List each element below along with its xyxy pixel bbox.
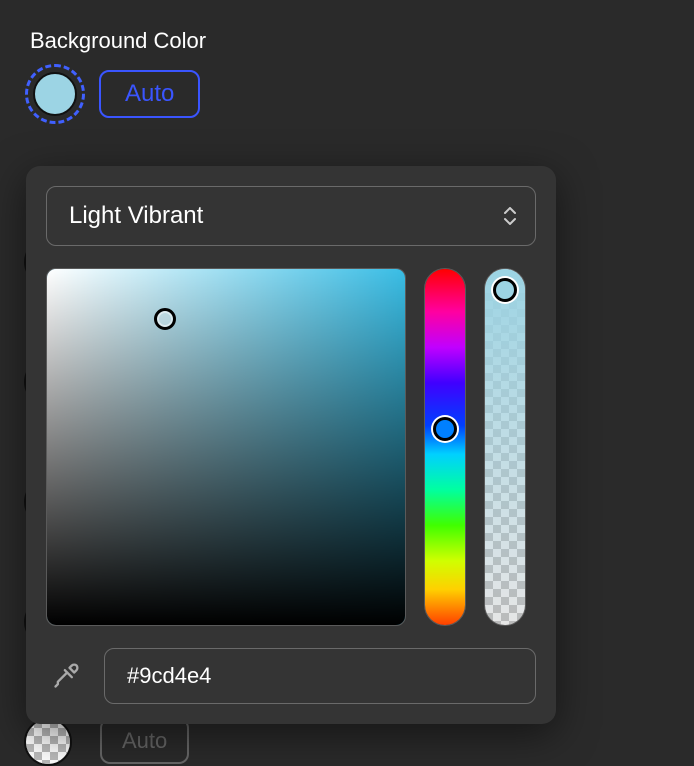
color-picker-popover: Light Vibrant [26, 166, 556, 724]
hex-input[interactable] [104, 648, 536, 704]
swatch-row: Auto [25, 64, 694, 124]
alpha-slider[interactable] [484, 268, 526, 626]
ghost-auto-button: Auto [100, 718, 189, 764]
ghost-swatch-transparent [24, 718, 72, 766]
color-swatch-selected[interactable] [25, 64, 85, 124]
section-title: Background Color [30, 28, 694, 54]
hue-cursor[interactable] [433, 417, 457, 441]
auto-button[interactable]: Auto [99, 70, 200, 118]
sv-black-layer [47, 269, 405, 625]
eyedropper-icon [52, 662, 80, 690]
hue-gradient [425, 269, 465, 625]
alpha-gradient [485, 269, 525, 625]
chevron-updown-icon [503, 207, 517, 225]
saturation-value-plane[interactable] [46, 268, 406, 626]
swatch-fill [33, 72, 77, 116]
eyedropper-button[interactable] [46, 656, 86, 696]
preset-select[interactable]: Light Vibrant [46, 186, 536, 246]
sv-cursor[interactable] [154, 308, 176, 330]
preset-selected-label: Light Vibrant [69, 202, 203, 230]
hue-slider[interactable] [424, 268, 466, 626]
alpha-cursor[interactable] [493, 278, 517, 302]
